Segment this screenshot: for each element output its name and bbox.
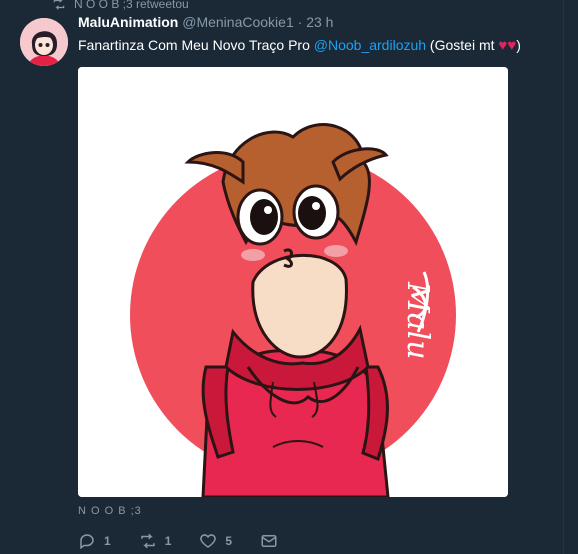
right-edge — [563, 0, 578, 554]
direct-message-button[interactable] — [260, 532, 286, 550]
handle[interactable]: @MeninaCookie1 — [182, 14, 294, 30]
reply-icon — [80, 534, 94, 550]
avatar[interactable] — [20, 18, 68, 66]
like-count: 5 — [225, 534, 233, 548]
reply-button[interactable]: 1 — [78, 532, 111, 550]
mention-link[interactable]: @Noob_ardilozuh — [314, 37, 426, 53]
tweet-text-middle: (Gostei mt — [426, 37, 499, 53]
retweet-count: 1 — [164, 534, 172, 548]
artist-signature: Malu — [400, 281, 435, 360]
retweet-icon — [53, 0, 65, 10]
envelope-icon — [261, 535, 277, 547]
heart-emoji-2: ♥ — [507, 37, 517, 54]
timestamp[interactable]: 23 h — [306, 14, 333, 30]
tweet-text: Fanartinza Com Meu Novo Traço Pro @Noob_… — [78, 37, 521, 54]
tweet-header: MaluAnimation @MeninaCookie1 · 23 h — [78, 14, 333, 30]
footer-label: N O O B ;3 — [78, 505, 142, 517]
retweet-text: N O O B ;3 retweetou — [74, 0, 189, 11]
heart-emoji-1: ♥ — [498, 37, 508, 54]
reply-count: 1 — [104, 534, 111, 548]
tweet[interactable]: N O O B ;3 retweetou MaluAnimation @Meni… — [6, 0, 564, 554]
tweet-actions: 1 1 5 — [78, 532, 314, 550]
retweet-context[interactable]: N O O B ;3 retweetou — [52, 0, 189, 12]
like-button[interactable]: 5 — [199, 532, 232, 550]
retweet-action-icon — [140, 533, 155, 549]
tweet-media-image[interactable]: Malu — [78, 67, 508, 497]
display-name[interactable]: MaluAnimation — [78, 14, 178, 30]
tweet-text-start: Fanartinza Com Meu Novo Traço Pro — [78, 37, 314, 53]
heart-icon — [200, 534, 217, 548]
separator-dot: · — [297, 14, 303, 30]
tweet-text-end: ) — [516, 37, 521, 53]
retweet-button[interactable]: 1 — [139, 532, 172, 550]
